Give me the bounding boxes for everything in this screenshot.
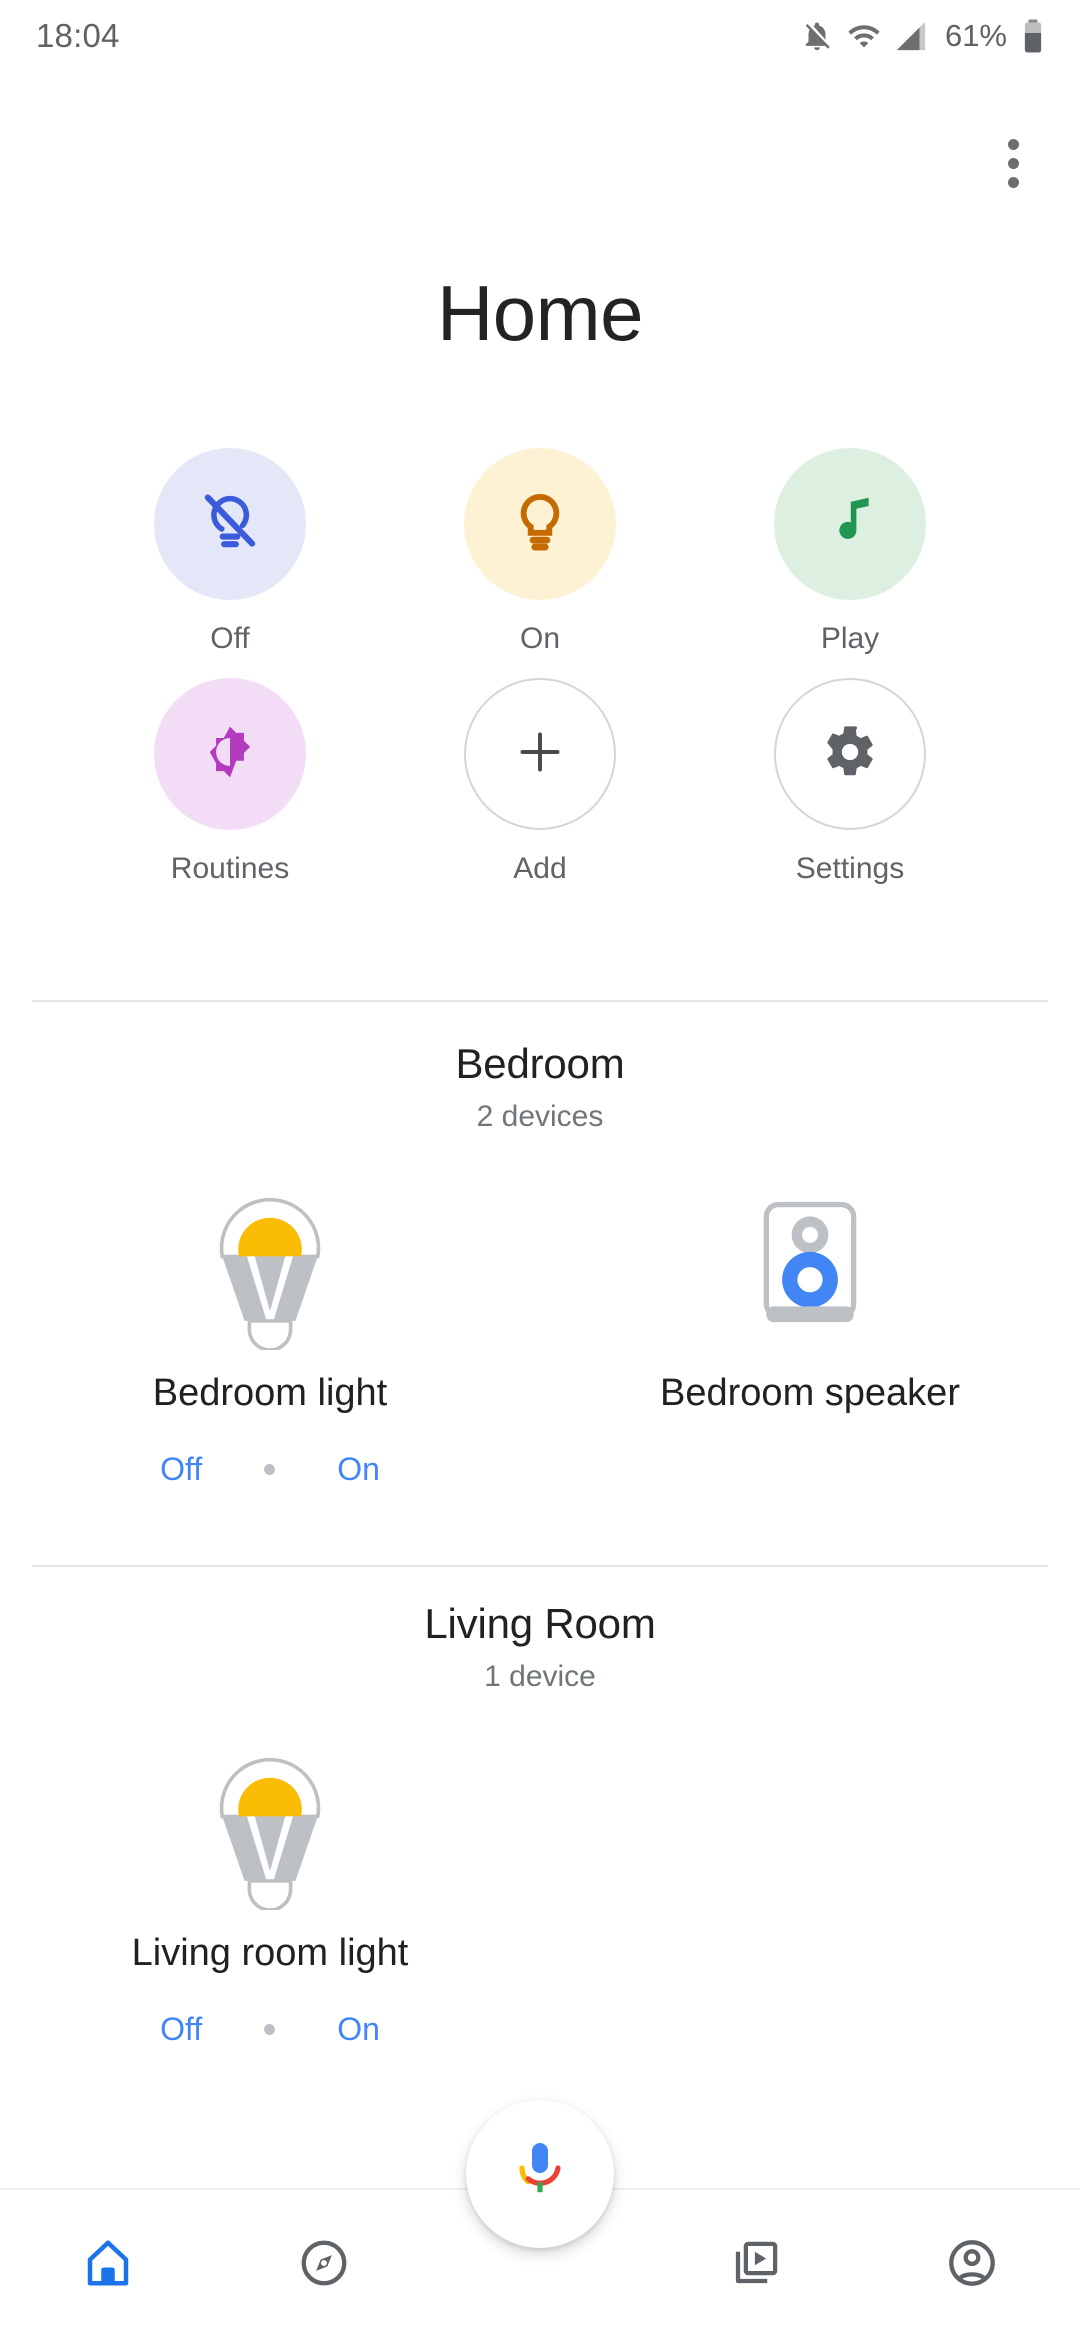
quick-action-settings[interactable]: Settings bbox=[734, 678, 966, 886]
quick-action-routines-label: Routines bbox=[170, 852, 290, 885]
device-bedroom-speaker[interactable]: Bedroom speaker bbox=[540, 1178, 1080, 1488]
quick-action-play[interactable]: Play bbox=[734, 448, 966, 656]
device-name: Bedroom speaker bbox=[660, 1372, 960, 1414]
quick-action-on-circle bbox=[464, 448, 616, 600]
quick-action-off[interactable]: Off bbox=[114, 448, 346, 656]
quick-action-on-label: On bbox=[519, 622, 561, 655]
quick-action-off-label: Off bbox=[210, 622, 250, 655]
media-library-icon bbox=[729, 2236, 783, 2295]
room-device-count: 2 devices bbox=[476, 1100, 604, 1133]
home-icon bbox=[81, 2236, 135, 2295]
page-title: Home bbox=[436, 269, 644, 357]
room-section-bedroom: Bedroom 2 devices Bedroom light Off On B… bbox=[0, 1040, 1080, 1488]
battery-icon bbox=[1022, 18, 1044, 54]
device-off-button[interactable]: Off bbox=[154, 2011, 208, 2048]
google-home-screen: 18:04 61% Home Off On Play Routines Add … bbox=[0, 0, 1080, 2340]
quick-action-on[interactable]: On bbox=[424, 448, 656, 656]
quick-action-add-circle bbox=[464, 678, 616, 830]
plus-icon bbox=[512, 724, 568, 785]
wifi-icon bbox=[847, 19, 881, 53]
quick-action-settings-circle bbox=[774, 678, 926, 830]
music-note-icon bbox=[818, 490, 882, 559]
quick-action-settings-label: Settings bbox=[795, 852, 905, 885]
quick-action-add-label: Add bbox=[513, 852, 567, 885]
device-on-button[interactable]: On bbox=[331, 1451, 386, 1488]
device-power-controls: Off On bbox=[154, 2011, 386, 2048]
device-on-button[interactable]: On bbox=[331, 2011, 386, 2048]
device-bedroom-light[interactable]: Bedroom light Off On bbox=[0, 1178, 540, 1488]
compass-icon bbox=[297, 2236, 351, 2295]
account-circle-icon bbox=[945, 2236, 999, 2295]
assistant-fab[interactable] bbox=[466, 2100, 614, 2248]
room-name: Bedroom bbox=[455, 1040, 625, 1087]
lightbulb-off-icon bbox=[195, 487, 265, 562]
overflow-menu-button[interactable] bbox=[968, 118, 1058, 208]
quick-action-routines-circle bbox=[154, 678, 306, 830]
quick-action-off-circle bbox=[154, 448, 306, 600]
brightness-icon bbox=[199, 721, 261, 788]
quick-action-play-label: Play bbox=[820, 622, 880, 655]
control-separator-dot bbox=[264, 1464, 276, 1475]
device-power-controls: Off On bbox=[154, 1451, 386, 1488]
room-name: Living Room bbox=[424, 1600, 656, 1647]
status-time: 18:04 bbox=[36, 17, 120, 54]
notifications-off-icon bbox=[800, 19, 834, 53]
room-section-living-room: Living Room 1 device Living room light O… bbox=[0, 1600, 1080, 2048]
google-assistant-mic-icon bbox=[510, 2139, 570, 2210]
gear-icon bbox=[822, 724, 878, 785]
control-separator-dot bbox=[264, 2024, 276, 2035]
room-device-count: 1 device bbox=[484, 1660, 596, 1693]
battery-percent-label: 61% bbox=[944, 18, 1007, 53]
quick-action-play-circle bbox=[774, 448, 926, 600]
speaker-device-icon bbox=[744, 1178, 876, 1350]
device-grid: Living room light Off On bbox=[0, 1738, 1080, 2048]
nav-item-explore[interactable] bbox=[216, 2189, 432, 2340]
status-icons: 61% bbox=[800, 18, 1044, 54]
device-off-button[interactable]: Off bbox=[154, 1451, 208, 1488]
device-living-room-light[interactable]: Living room light Off On bbox=[0, 1738, 540, 2048]
quick-action-routines[interactable]: Routines bbox=[114, 678, 346, 886]
more-vert-icon bbox=[1007, 138, 1019, 188]
status-bar: 18:04 61% bbox=[0, 0, 1080, 72]
lightbulb-on-icon bbox=[505, 487, 575, 562]
divider bbox=[32, 1000, 1048, 1002]
quick-actions-row-2: Routines Add Settings bbox=[114, 678, 966, 886]
device-name: Bedroom light bbox=[152, 1372, 388, 1414]
divider bbox=[32, 1565, 1048, 1567]
nav-item-home[interactable] bbox=[0, 2189, 216, 2340]
device-grid: Bedroom light Off On Bedroom speaker bbox=[0, 1178, 1080, 1488]
light-bulb-device-icon bbox=[195, 1738, 345, 1910]
nav-item-account[interactable] bbox=[864, 2189, 1080, 2340]
quick-action-add[interactable]: Add bbox=[424, 678, 656, 886]
device-name: Living room light bbox=[131, 1932, 409, 1974]
nav-item-media[interactable] bbox=[648, 2189, 864, 2340]
quick-actions: Off On Play Routines Add Settings bbox=[0, 448, 1080, 886]
light-bulb-device-icon bbox=[195, 1178, 345, 1350]
cell-signal-icon bbox=[894, 19, 928, 53]
quick-actions-row-1: Off On Play bbox=[114, 448, 966, 656]
